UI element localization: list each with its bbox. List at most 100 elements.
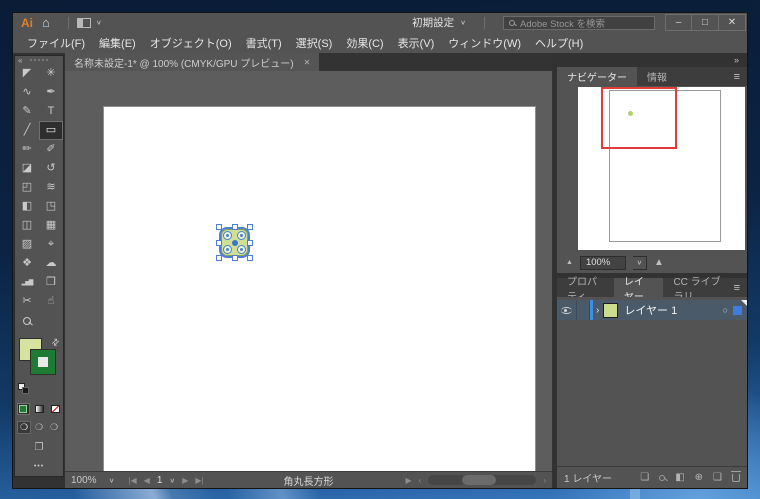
- collect-for-export-icon[interactable]: ❏: [640, 472, 649, 483]
- scroll-right-icon[interactable]: ›: [543, 476, 546, 485]
- adobe-stock-search-input[interactable]: Adobe Stock を検索: [503, 15, 655, 30]
- home-icon[interactable]: ⌂: [42, 15, 50, 30]
- line-segment-tool[interactable]: ╱: [15, 121, 39, 140]
- toolbar-collapse-icon[interactable]: «: [18, 56, 22, 65]
- document-tab[interactable]: 名称未設定-1* @ 100% (CMYK/GPU プレビュー) ✕: [65, 53, 320, 71]
- artboard-tool[interactable]: ❒: [39, 273, 63, 292]
- rotate-tool[interactable]: ↺: [39, 159, 63, 178]
- delete-layer-icon[interactable]: [731, 470, 741, 482]
- previous-artboard-icon[interactable]: ◀: [144, 476, 150, 485]
- new-sublayer-icon[interactable]: ⊕: [695, 472, 703, 483]
- eyedropper-tool[interactable]: ⌖: [39, 235, 63, 254]
- mesh-tool[interactable]: ▦: [39, 216, 63, 235]
- horizontal-scrollbar[interactable]: [428, 475, 537, 485]
- new-layer-icon[interactable]: ❑: [713, 472, 722, 483]
- navigator-preview[interactable]: [578, 87, 745, 250]
- layer-lock-toggle[interactable]: [577, 300, 590, 320]
- artboard-number[interactable]: 1: [157, 475, 163, 486]
- tab-layers[interactable]: レイヤー: [613, 277, 664, 303]
- navigator-view-rectangle[interactable]: [601, 87, 677, 149]
- menu-edit[interactable]: 編集(E): [92, 35, 143, 51]
- zoom-level-dropdown[interactable]: 100% ∨: [71, 475, 114, 486]
- knife-tool[interactable]: ✂: [15, 292, 39, 311]
- zoom-tool[interactable]: [15, 311, 39, 330]
- chevron-down-icon[interactable]: ∨: [96, 19, 102, 26]
- menu-select[interactable]: 選択(S): [289, 35, 340, 51]
- next-artboard-icon[interactable]: ▶: [182, 476, 188, 485]
- navigator-zoom-dropdown[interactable]: ∨: [632, 255, 647, 270]
- zoom-in-icon[interactable]: ▲: [654, 257, 664, 268]
- swap-fill-stroke-icon[interactable]: ⇄: [50, 336, 63, 349]
- selection-handle-e[interactable]: [247, 239, 253, 246]
- gradient-tool[interactable]: ▨: [15, 235, 39, 254]
- pen-tool[interactable]: ✒: [39, 83, 63, 102]
- tab-cc-libraries[interactable]: CC ライブラリ: [663, 277, 733, 303]
- draw-inside-button[interactable]: ❍: [47, 421, 61, 434]
- stroke-swatch[interactable]: [30, 349, 56, 375]
- selection-handle-se[interactable]: [247, 255, 253, 261]
- maximize-button[interactable]: □: [692, 14, 719, 31]
- selection-handle-w[interactable]: [216, 239, 222, 246]
- lasso-tool[interactable]: ∿: [15, 83, 39, 102]
- first-artboard-icon[interactable]: |◀: [128, 476, 136, 485]
- minimize-button[interactable]: –: [665, 14, 692, 31]
- selected-rounded-rectangle[interactable]: [216, 224, 253, 261]
- menu-file[interactable]: ファイル(F): [20, 35, 92, 51]
- default-fill-stroke-icon[interactable]: [18, 383, 29, 394]
- gradient-mode-button[interactable]: [33, 403, 46, 415]
- menu-type[interactable]: 書式(T): [239, 35, 289, 51]
- layer-selection-indicator[interactable]: [733, 305, 742, 315]
- eraser-tool[interactable]: ◪: [15, 159, 39, 178]
- last-artboard-icon[interactable]: ▶|: [195, 476, 203, 485]
- scale-tool[interactable]: ◰: [15, 178, 39, 197]
- column-graph-tool[interactable]: ▂▅▇: [15, 273, 39, 292]
- color-mode-button[interactable]: [16, 403, 30, 415]
- live-corner-widget-nw[interactable]: [223, 231, 232, 240]
- selection-handle-nw[interactable]: [216, 224, 222, 230]
- tab-properties[interactable]: プロパティ: [557, 277, 614, 303]
- canvas[interactable]: [65, 71, 552, 471]
- live-corner-widget-ne[interactable]: [237, 231, 246, 240]
- layer-name[interactable]: レイヤー 1: [624, 302, 722, 318]
- tab-navigator[interactable]: ナビゲーター: [557, 67, 637, 86]
- layer-disclosure-icon[interactable]: ›: [596, 305, 599, 316]
- shaper-tool[interactable]: ✐: [39, 140, 63, 159]
- edit-toolbar-button[interactable]: •••: [34, 463, 44, 470]
- object-center-point[interactable]: [231, 239, 238, 246]
- close-tab-icon[interactable]: ✕: [304, 58, 311, 67]
- selection-handle-ne[interactable]: [247, 224, 253, 230]
- shape-builder-tool[interactable]: ◳: [39, 197, 63, 216]
- rectangle-tool[interactable]: ▭: [39, 121, 63, 140]
- scrollbar-thumb[interactable]: [462, 475, 497, 485]
- navigator-zoom-value[interactable]: 100%: [579, 255, 626, 270]
- draw-normal-button[interactable]: ❍: [17, 421, 31, 434]
- menu-effect[interactable]: 効果(C): [339, 35, 390, 51]
- locate-object-icon[interactable]: [659, 474, 666, 481]
- selection-handle-sw[interactable]: [216, 255, 222, 261]
- curvature-tool[interactable]: ✎: [15, 102, 39, 121]
- menu-help[interactable]: ヘルプ(H): [528, 35, 590, 51]
- draw-behind-button[interactable]: ❍: [32, 421, 46, 434]
- collapse-panels-icon[interactable]: »: [734, 55, 739, 65]
- magic-wand-tool[interactable]: ✳: [39, 64, 63, 83]
- selection-tool[interactable]: ◤: [15, 64, 39, 83]
- layer-visibility-toggle[interactable]: [557, 300, 577, 320]
- flyout-icon[interactable]: ▶: [406, 476, 412, 485]
- tab-info[interactable]: 情報: [637, 67, 677, 86]
- menu-view[interactable]: 表示(V): [391, 35, 442, 51]
- screen-mode-button[interactable]: ❐: [35, 442, 44, 453]
- workspace-switcher[interactable]: 初期設定 ∨: [402, 15, 476, 30]
- zoom-out-icon[interactable]: ▲: [566, 259, 573, 266]
- paintbrush-tool[interactable]: ✏: [15, 140, 39, 159]
- panel-menu-icon[interactable]: ≡: [734, 278, 747, 297]
- menu-window[interactable]: ウィンドウ(W): [441, 35, 528, 51]
- menu-object[interactable]: オブジェクト(O): [143, 35, 239, 51]
- close-button[interactable]: ✕: [719, 14, 746, 31]
- perspective-grid-tool[interactable]: ◫: [15, 216, 39, 235]
- selection-handle-s[interactable]: [231, 255, 238, 261]
- scroll-left-icon[interactable]: ‹: [419, 476, 422, 485]
- make-clipping-mask-icon[interactable]: ◧: [675, 472, 684, 483]
- chevron-down-icon[interactable]: ∨: [169, 476, 175, 483]
- blend-tool[interactable]: ❖: [15, 254, 39, 273]
- selection-handle-n[interactable]: [231, 224, 238, 230]
